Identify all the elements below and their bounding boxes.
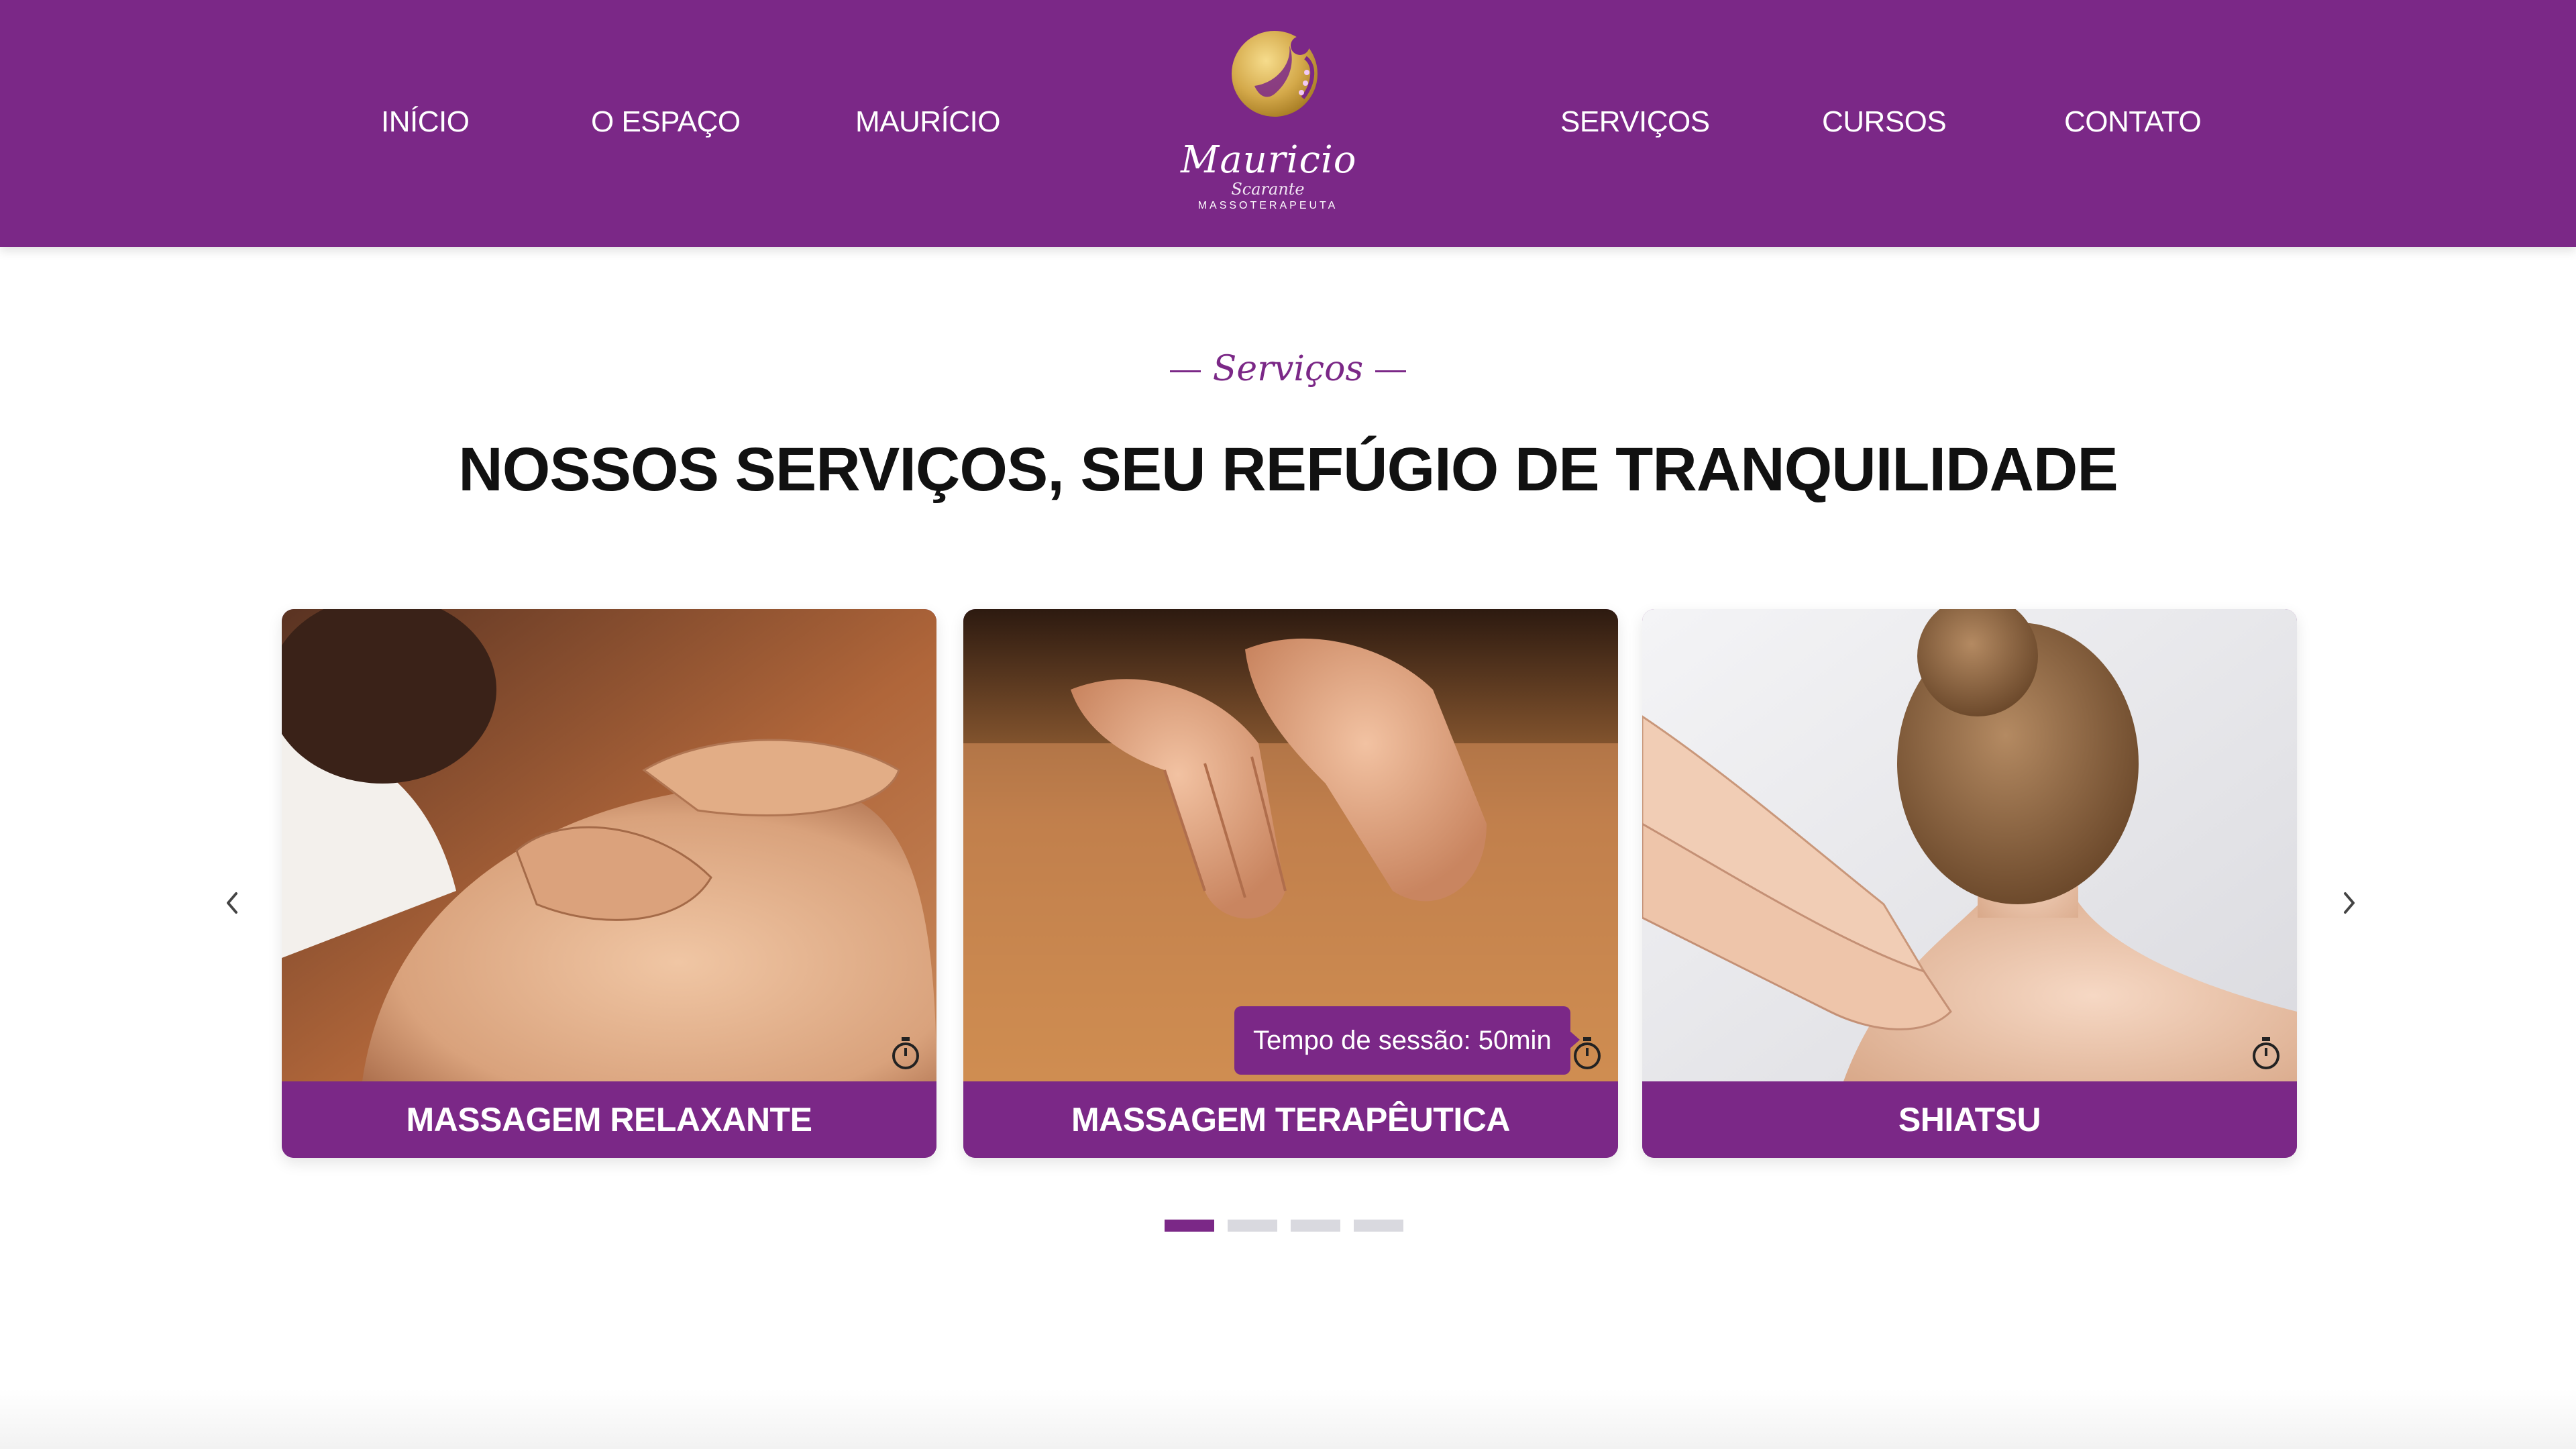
site-logo[interactable]: Mauricio Scarante MASSOTERAPEUTA <box>1181 19 1357 220</box>
service-card-terapeutica[interactable]: Tempo de sessão: 50min MASSAGEM TERAPÊUT… <box>963 609 1618 1158</box>
carousel-prev-button[interactable] <box>213 884 251 922</box>
service-card-relaxante[interactable]: MASSAGEM RELAXANTE <box>282 609 936 1158</box>
logo-name: Mauricio <box>1181 138 1357 182</box>
timer-icon[interactable] <box>1571 1036 1603 1071</box>
card-label: MASSAGEM TERAPÊUTICA <box>963 1081 1618 1158</box>
card-label: MASSAGEM RELAXANTE <box>282 1081 936 1158</box>
eyebrow-dash-right <box>1375 370 1407 372</box>
card-photo-relaxante <box>282 609 936 1081</box>
chevron-left-icon <box>227 892 237 914</box>
nav-contato[interactable]: CONTATO <box>2064 101 2202 144</box>
eyebrow-dash-left <box>1169 370 1201 372</box>
nav-o-espaco[interactable]: O ESPAÇO <box>591 101 741 144</box>
session-time-tooltip: Tempo de sessão: 50min <box>1234 1006 1580 1075</box>
site-header: INÍCIO O ESPAÇO MAURÍCIO Mauricio Scaran… <box>0 0 2576 247</box>
chevron-right-icon <box>2344 892 2355 914</box>
card-label: SHIATSU <box>1642 1081 2297 1158</box>
logo-mark-icon <box>1232 31 1318 117</box>
service-card-shiatsu[interactable]: SHIATSU <box>1642 609 2297 1158</box>
pagination-dot-1[interactable] <box>1165 1220 1214 1232</box>
pagination-dot-2[interactable] <box>1228 1220 1277 1232</box>
nav-cursos[interactable]: CURSOS <box>1822 101 1947 144</box>
nav-servicos[interactable]: SERVIÇOS <box>1560 101 1710 144</box>
carousel-pagination <box>1165 1220 1403 1233</box>
section-title: NOSSOS SERVIÇOS, SEU REFÚGIO DE TRANQUIL… <box>458 435 2118 504</box>
page-bottom-fade <box>0 1389 2576 1449</box>
card-photo-shiatsu <box>1642 609 2297 1081</box>
timer-icon <box>892 1037 919 1069</box>
nav-inicio[interactable]: INÍCIO <box>381 101 470 144</box>
pagination-dot-3[interactable] <box>1291 1220 1340 1232</box>
timer-icon <box>2253 1037 2279 1069</box>
section-eyebrow: Serviços <box>0 349 2576 389</box>
nav-mauricio[interactable]: MAURÍCIO <box>855 101 1001 144</box>
logo-surname: Scarante <box>1231 180 1305 199</box>
pagination-dot-4[interactable] <box>1354 1220 1403 1232</box>
eyebrow-text: Serviços <box>1212 349 1364 389</box>
logo-tagline: MASSOTERAPEUTA <box>1197 200 1338 211</box>
carousel-next-button[interactable] <box>2330 884 2368 922</box>
